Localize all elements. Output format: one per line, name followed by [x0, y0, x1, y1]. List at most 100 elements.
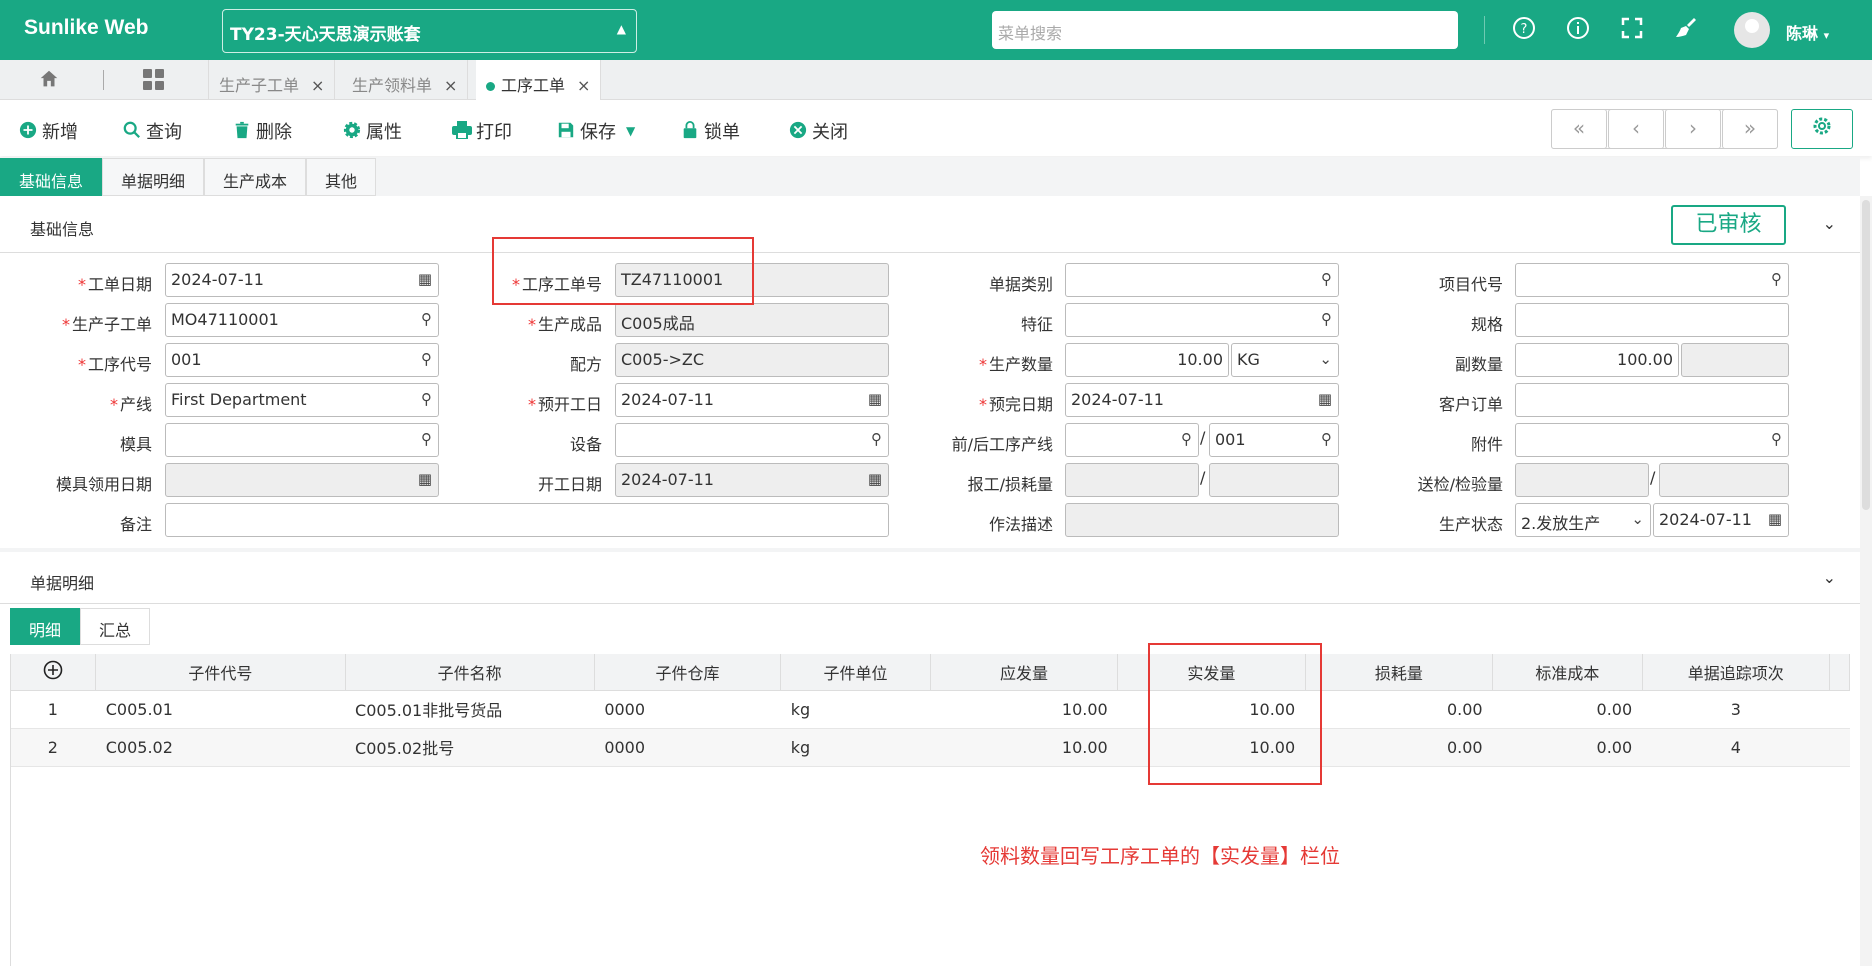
- save-button[interactable]: 保存 ▼: [556, 118, 635, 144]
- col-component-name[interactable]: 子件名称: [345, 654, 595, 691]
- user-menu[interactable]: 陈琳 ▾: [1786, 20, 1829, 44]
- search-icon[interactable]: ⚲: [421, 390, 432, 408]
- inspected-qty-field[interactable]: [1659, 463, 1789, 497]
- chevron-down-icon[interactable]: ⌄: [1823, 214, 1836, 233]
- properties-button[interactable]: 属性: [342, 118, 402, 144]
- search-icon[interactable]: ⚲: [421, 350, 432, 368]
- mold-field[interactable]: ⚲: [165, 423, 439, 457]
- menu-search-input[interactable]: 菜单搜索: [992, 11, 1458, 49]
- tab-production-cost[interactable]: 生产成本: [204, 158, 307, 196]
- mold-date-field[interactable]: ▦: [165, 463, 439, 497]
- col-loss[interactable]: 损耗量: [1305, 654, 1494, 691]
- project-code-field[interactable]: ⚲: [1515, 263, 1789, 297]
- close-button[interactable]: 关闭: [788, 118, 848, 144]
- prev-record-button[interactable]: ‹: [1608, 109, 1664, 149]
- next-record-button[interactable]: ›: [1665, 109, 1721, 149]
- calendar-icon[interactable]: ▦: [1318, 390, 1332, 408]
- apps-grid-icon[interactable]: [143, 69, 165, 91]
- cell-code[interactable]: C005.01: [95, 690, 346, 729]
- search-icon[interactable]: ⚲: [1771, 430, 1782, 448]
- search-icon[interactable]: ⚲: [1321, 430, 1332, 448]
- chevron-down-icon[interactable]: ▼: [626, 124, 635, 138]
- work-date-field[interactable]: 2024-07-11 ▦: [165, 263, 439, 297]
- cell-trace[interactable]: 4: [1642, 728, 1830, 767]
- calendar-icon[interactable]: ▦: [418, 270, 432, 288]
- close-icon[interactable]: ×: [444, 76, 457, 95]
- plan-start-field[interactable]: 2024-07-11 ▦: [615, 383, 889, 417]
- cell-should-issue[interactable]: 10.00: [930, 690, 1118, 729]
- search-icon[interactable]: ⚲: [421, 310, 432, 328]
- settings-button[interactable]: [1791, 109, 1853, 149]
- search-icon[interactable]: ⚲: [1771, 270, 1782, 288]
- spec-field[interactable]: [1515, 303, 1789, 337]
- detail-header[interactable]: 单据明细 ⌄: [0, 554, 1860, 604]
- tab-process-order[interactable]: 工序工单 ×: [476, 60, 602, 100]
- chevron-down-icon[interactable]: ⌄: [1823, 568, 1836, 587]
- sub-qty-field[interactable]: 100.00: [1515, 343, 1679, 377]
- col-standard-cost[interactable]: 标准成本: [1492, 654, 1643, 691]
- customer-order-field[interactable]: [1515, 383, 1789, 417]
- basic-info-header[interactable]: 基础信息 ⌄: [0, 196, 1860, 253]
- col-should-issue[interactable]: 应发量: [930, 654, 1119, 691]
- info-icon[interactable]: [1564, 16, 1592, 44]
- col-component-unit[interactable]: 子件单位: [780, 654, 931, 691]
- delete-button[interactable]: 删除: [232, 118, 292, 144]
- search-icon[interactable]: ⚲: [871, 430, 882, 448]
- cell-unit[interactable]: kg: [780, 690, 931, 729]
- calendar-icon[interactable]: ▦: [868, 390, 882, 408]
- equipment-field[interactable]: ⚲: [615, 423, 889, 457]
- next-line-field[interactable]: 001 ⚲: [1209, 423, 1339, 457]
- cell-cost[interactable]: 0.00: [1492, 728, 1643, 767]
- send-inspect-field[interactable]: [1515, 463, 1649, 497]
- tab-detail[interactable]: 明细: [10, 608, 81, 645]
- formula-field[interactable]: C005->ZC: [615, 343, 889, 377]
- search-icon[interactable]: ⚲: [1181, 430, 1192, 448]
- add-button[interactable]: 新增: [18, 118, 78, 144]
- sub-order-field[interactable]: MO47110001 ⚲: [165, 303, 439, 337]
- calendar-icon[interactable]: ▦: [868, 470, 882, 488]
- cell-loss[interactable]: 0.00: [1305, 728, 1493, 767]
- start-date-field[interactable]: 2024-07-11 ▦: [615, 463, 889, 497]
- prev-line-field[interactable]: ⚲: [1065, 423, 1199, 457]
- tab-other[interactable]: 其他: [306, 158, 377, 196]
- calendar-icon[interactable]: ▦: [418, 470, 432, 488]
- table-row[interactable]: 1 C005.01 C005.01非批号货品 0000 kg 10.00 10.…: [10, 690, 1850, 729]
- first-record-button[interactable]: «: [1551, 109, 1607, 149]
- tab-summary[interactable]: 汇总: [80, 608, 151, 645]
- home-icon[interactable]: [38, 68, 60, 96]
- tab-production-suborder[interactable]: 生产子工单 ×: [208, 60, 336, 100]
- close-icon[interactable]: ×: [311, 76, 324, 95]
- fullscreen-icon[interactable]: [1618, 16, 1646, 44]
- prod-status-select[interactable]: 2.发放生产 ⌄: [1515, 503, 1651, 537]
- col-component-code[interactable]: 子件代号: [95, 654, 346, 691]
- remark-field[interactable]: [165, 503, 889, 537]
- plan-end-field[interactable]: 2024-07-11 ▦: [1065, 383, 1339, 417]
- last-record-button[interactable]: »: [1722, 109, 1778, 149]
- cell-name[interactable]: C005.02批号: [345, 728, 595, 767]
- product-field[interactable]: C005成品: [615, 303, 889, 337]
- calendar-icon[interactable]: ▦: [1768, 510, 1782, 528]
- avatar[interactable]: [1734, 12, 1770, 48]
- method-field[interactable]: [1065, 503, 1339, 537]
- cell-name[interactable]: C005.01非批号货品: [345, 690, 595, 729]
- production-qty-field[interactable]: 10.00: [1065, 343, 1229, 377]
- process-code-field[interactable]: 001 ⚲: [165, 343, 439, 377]
- col-trace-item[interactable]: 单据追踪项次: [1642, 654, 1830, 691]
- sub-unit-field[interactable]: [1681, 343, 1789, 377]
- account-selector[interactable]: TY23-天心天思演示账套 ▲: [222, 9, 637, 53]
- cell-unit[interactable]: kg: [780, 728, 931, 767]
- cell-code[interactable]: C005.02: [95, 728, 346, 767]
- query-button[interactable]: 查询: [122, 118, 182, 144]
- search-icon[interactable]: ⚲: [1321, 310, 1332, 328]
- cell-should-issue[interactable]: 10.00: [930, 728, 1118, 767]
- tab-basic-info[interactable]: 基础信息: [0, 158, 103, 196]
- cell-loss[interactable]: 0.00: [1305, 690, 1493, 729]
- cell-warehouse[interactable]: 0000: [594, 728, 781, 767]
- tab-document-detail[interactable]: 单据明细: [102, 158, 205, 196]
- print-button[interactable]: 打印: [452, 118, 512, 144]
- doc-type-field[interactable]: ⚲: [1065, 263, 1339, 297]
- search-icon[interactable]: ⚲: [421, 430, 432, 448]
- line-field[interactable]: First Department ⚲: [165, 383, 439, 417]
- cell-warehouse[interactable]: 0000: [594, 690, 781, 729]
- search-icon[interactable]: ⚲: [1321, 270, 1332, 288]
